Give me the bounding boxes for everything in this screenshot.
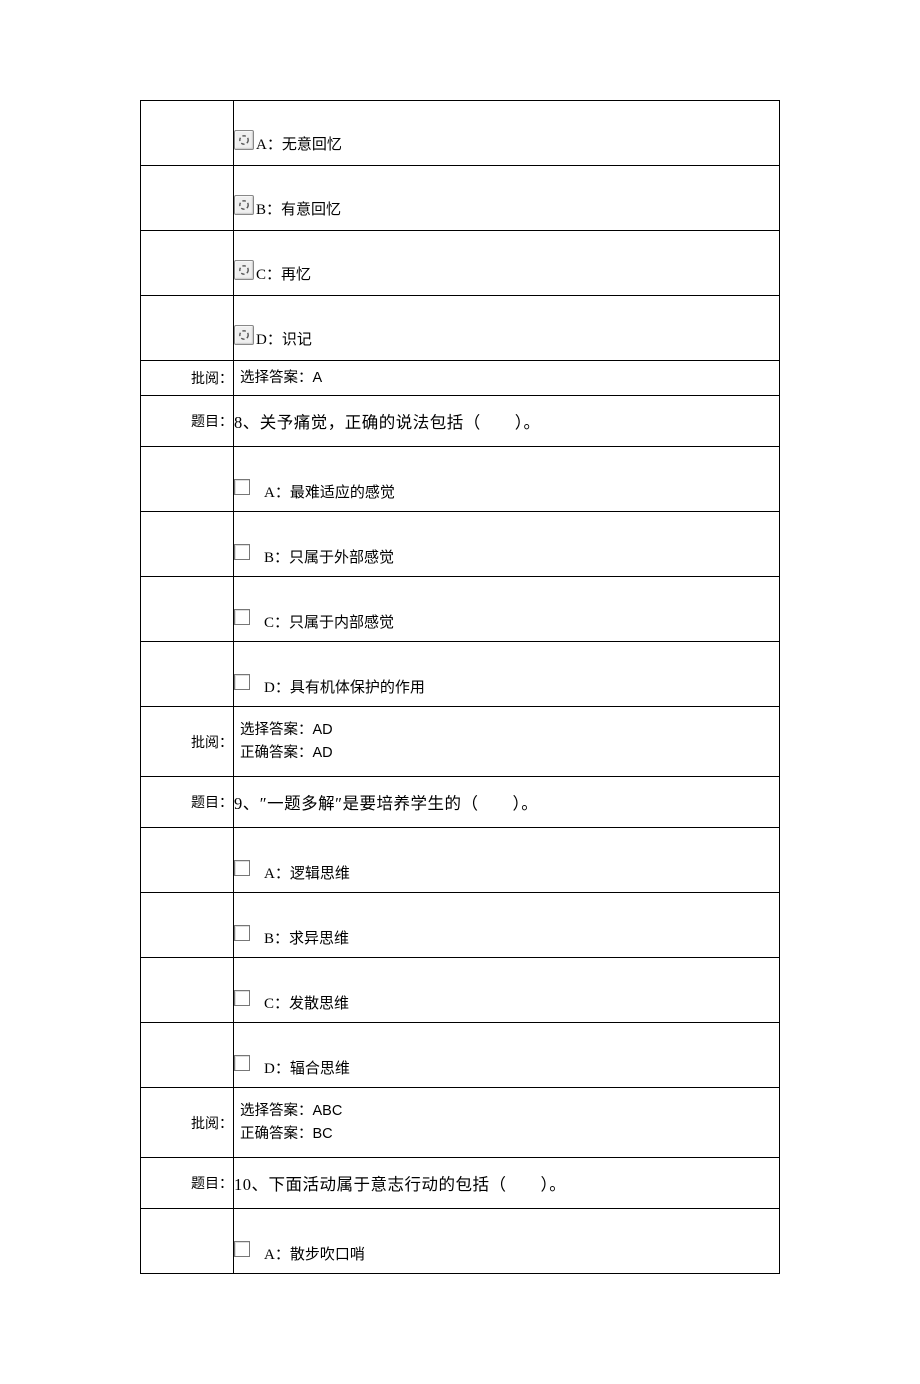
row-label-question: 题目：: [141, 396, 234, 447]
option-label: A：逻辑思维: [264, 862, 350, 883]
row-label-empty: [141, 893, 234, 958]
row-label-empty: [141, 447, 234, 512]
option-cell: B：只属于外部感觉: [234, 512, 780, 577]
option-cell: C：再忆: [234, 231, 780, 296]
row-label-empty: [141, 166, 234, 231]
option-label: D：识记: [256, 328, 312, 349]
option-label: C：再忆: [256, 263, 311, 284]
option-label: C：只属于内部感觉: [264, 611, 394, 632]
row-label-empty: [141, 642, 234, 707]
question-text: 9、″一题多解″是要培养学生的（ ）。: [234, 794, 538, 813]
option-label: D：具有机体保护的作用: [264, 676, 425, 697]
option-label: A：散步吹口哨: [264, 1243, 365, 1264]
option-label: C：发散思维: [264, 992, 349, 1013]
row-label-empty: [141, 1023, 234, 1088]
checkbox-icon[interactable]: [234, 925, 250, 941]
radio-icon[interactable]: [234, 195, 254, 215]
checkbox-icon[interactable]: [234, 1241, 250, 1257]
option-cell: A：无意回忆: [234, 101, 780, 166]
selected-answer-value: ABC: [313, 1103, 343, 1119]
option-cell: A：散步吹口哨: [234, 1209, 780, 1274]
row-label-review: 批阅：: [141, 361, 234, 396]
option-label: A：最难适应的感觉: [264, 481, 395, 502]
checkbox-icon[interactable]: [234, 1055, 250, 1071]
radio-icon[interactable]: [234, 130, 254, 150]
row-label-empty: [141, 1209, 234, 1274]
selected-answer-prefix: 选择答案：: [240, 370, 313, 386]
option-cell: A：逻辑思维: [234, 828, 780, 893]
radio-icon[interactable]: [234, 325, 254, 345]
option-cell: C：只属于内部感觉: [234, 577, 780, 642]
option-cell: B：有意回忆: [234, 166, 780, 231]
option-label: A：无意回忆: [256, 133, 342, 154]
correct-answer-value: BC: [313, 1126, 333, 1142]
checkbox-icon[interactable]: [234, 609, 250, 625]
question-cell: 9、″一题多解″是要培养学生的（ ）。: [234, 777, 780, 828]
row-label-empty: [141, 296, 234, 361]
radio-icon[interactable]: [234, 260, 254, 280]
checkbox-icon[interactable]: [234, 860, 250, 876]
option-label: B：求异思维: [264, 927, 349, 948]
question-cell: 8、关予痛觉，正确的说法包括（ ）。: [234, 396, 780, 447]
selected-answer-prefix: 选择答案：: [240, 1103, 313, 1119]
correct-answer-prefix: 正确答案：: [240, 1126, 313, 1142]
question-cell: 10、下面活动属于意志行动的包括（ ）。: [234, 1158, 780, 1209]
row-label-empty: [141, 512, 234, 577]
answer-cell: 选择答案：AD正确答案：AD: [234, 707, 780, 777]
selected-answer-value: A: [313, 370, 323, 386]
row-label-question: 题目：: [141, 777, 234, 828]
row-label-review: 批阅：: [141, 707, 234, 777]
checkbox-icon[interactable]: [234, 674, 250, 690]
correct-answer-value: AD: [313, 745, 333, 761]
exam-table: A：无意回忆B：有意回忆C：再忆D：识记批阅：选择答案：A题目：8、关予痛觉，正…: [140, 100, 780, 1274]
checkbox-icon[interactable]: [234, 990, 250, 1006]
row-label-question: 题目：: [141, 1158, 234, 1209]
option-label: D：辐合思维: [264, 1057, 350, 1078]
row-label-empty: [141, 828, 234, 893]
option-label: B：只属于外部感觉: [264, 546, 394, 567]
checkbox-icon[interactable]: [234, 544, 250, 560]
row-label-review: 批阅：: [141, 1088, 234, 1158]
selected-answer-value: AD: [313, 722, 333, 738]
answer-cell: 选择答案：ABC正确答案：BC: [234, 1088, 780, 1158]
selected-answer-prefix: 选择答案：: [240, 722, 313, 738]
row-label-empty: [141, 577, 234, 642]
option-cell: B：求异思维: [234, 893, 780, 958]
answer-cell: 选择答案：A: [234, 361, 780, 396]
option-cell: C：发散思维: [234, 958, 780, 1023]
option-cell: D：具有机体保护的作用: [234, 642, 780, 707]
question-text: 8、关予痛觉，正确的说法包括（ ）。: [234, 413, 541, 432]
option-label: B：有意回忆: [256, 198, 341, 219]
question-text: 10、下面活动属于意志行动的包括（ ）。: [234, 1175, 566, 1194]
option-cell: D：辐合思维: [234, 1023, 780, 1088]
checkbox-icon[interactable]: [234, 479, 250, 495]
option-cell: D：识记: [234, 296, 780, 361]
row-label-empty: [141, 958, 234, 1023]
row-label-empty: [141, 101, 234, 166]
row-label-empty: [141, 231, 234, 296]
correct-answer-prefix: 正确答案：: [240, 745, 313, 761]
option-cell: A：最难适应的感觉: [234, 447, 780, 512]
